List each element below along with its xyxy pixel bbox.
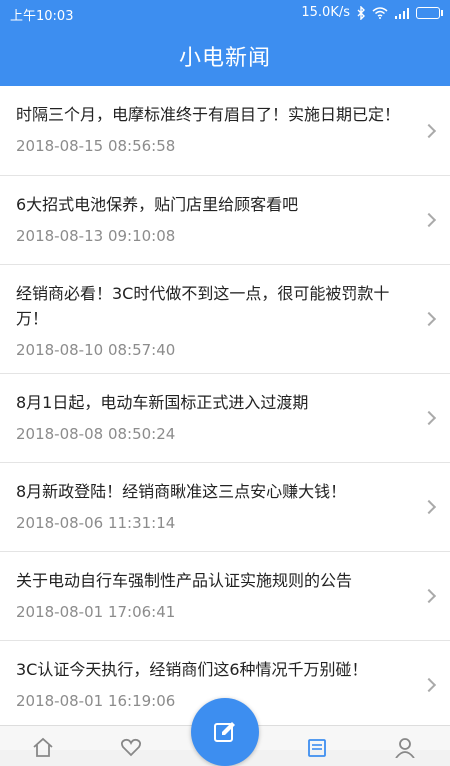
status-time: 上午10:03 (10, 9, 74, 24)
news-date: 2018-08-08 08:50:24 (16, 425, 176, 443)
status-bar: 上午10:03 15.0K/s (0, 0, 450, 26)
heart-icon[interactable] (120, 736, 142, 758)
user-icon[interactable] (394, 736, 416, 758)
battery-icon (416, 6, 443, 19)
wifi-icon (372, 6, 388, 19)
news-date: 2018-08-06 11:31:14 (16, 514, 176, 532)
news-date: 2018-08-15 08:56:58 (16, 137, 176, 155)
nav-bar: 小电新闻 (0, 26, 450, 86)
home-icon[interactable] (32, 736, 54, 758)
bluetooth-icon (357, 5, 365, 20)
news-item[interactable]: 8月1日起，电动车新国标正式进入过渡期 2018-08-08 08:50:24 (0, 374, 450, 463)
chevron-right-icon (421, 212, 437, 228)
news-item[interactable]: 经销商必看！3C时代做不到这一点，很可能被罚款十万！ 2018-08-10 08… (0, 265, 450, 374)
news-title: 6大招式电池保养，贴门店里给顾客看吧 (16, 195, 299, 214)
chevron-right-icon (421, 123, 437, 138)
chevron-right-icon (421, 677, 437, 693)
news-item[interactable]: 时隔三个月，电摩标准终于有眉目了！实施日期已定！ 2018-08-15 08:5… (0, 86, 450, 176)
news-item[interactable]: 8月新政登陆！经销商瞅准这三点安心赚大钱！ 2018-08-06 11:31:1… (0, 463, 450, 552)
news-item[interactable]: 关于电动自行车强制性产品认证实施规则的公告 2018-08-01 17:06:4… (0, 552, 450, 641)
chevron-right-icon (421, 410, 437, 426)
news-title: 8月新政登陆！经销商瞅准这三点安心赚大钱！ (16, 482, 347, 501)
page-title: 小电新闻 (178, 46, 271, 71)
news-title: 时隔三个月，电摩标准终于有眉目了！实施日期已定！ (16, 105, 401, 124)
news-title: 8月1日起，电动车新国标正式进入过渡期 (16, 393, 309, 412)
signal-icon (395, 7, 409, 19)
chevron-right-icon (421, 311, 437, 327)
news-item[interactable]: 6大招式电池保养，贴门店里给顾客看吧 2018-08-13 09:10:08 (0, 176, 450, 265)
news-date: 2018-08-10 08:57:40 (16, 341, 176, 359)
compose-button[interactable] (191, 698, 259, 766)
news-title: 3C认证今天执行，经销商们这6种情况千万别碰！ (16, 660, 368, 679)
news-date: 2018-08-01 17:06:41 (16, 603, 176, 621)
status-icons: 15.0K/s (301, 5, 443, 20)
network-speed: 15.0K/s (301, 5, 350, 20)
news-icon[interactable] (306, 736, 328, 758)
news-title: 关于电动自行车强制性产品认证实施规则的公告 (16, 571, 353, 590)
news-title: 经销商必看！3C时代做不到这一点，很可能被罚款十万！ (16, 284, 390, 328)
news-list: 时隔三个月，电摩标准终于有眉目了！实施日期已定！ 2018-08-15 08:5… (0, 86, 450, 730)
chevron-right-icon (421, 499, 437, 515)
news-date: 2018-08-13 09:10:08 (16, 227, 176, 245)
chevron-right-icon (421, 588, 437, 604)
edit-icon (214, 722, 235, 742)
